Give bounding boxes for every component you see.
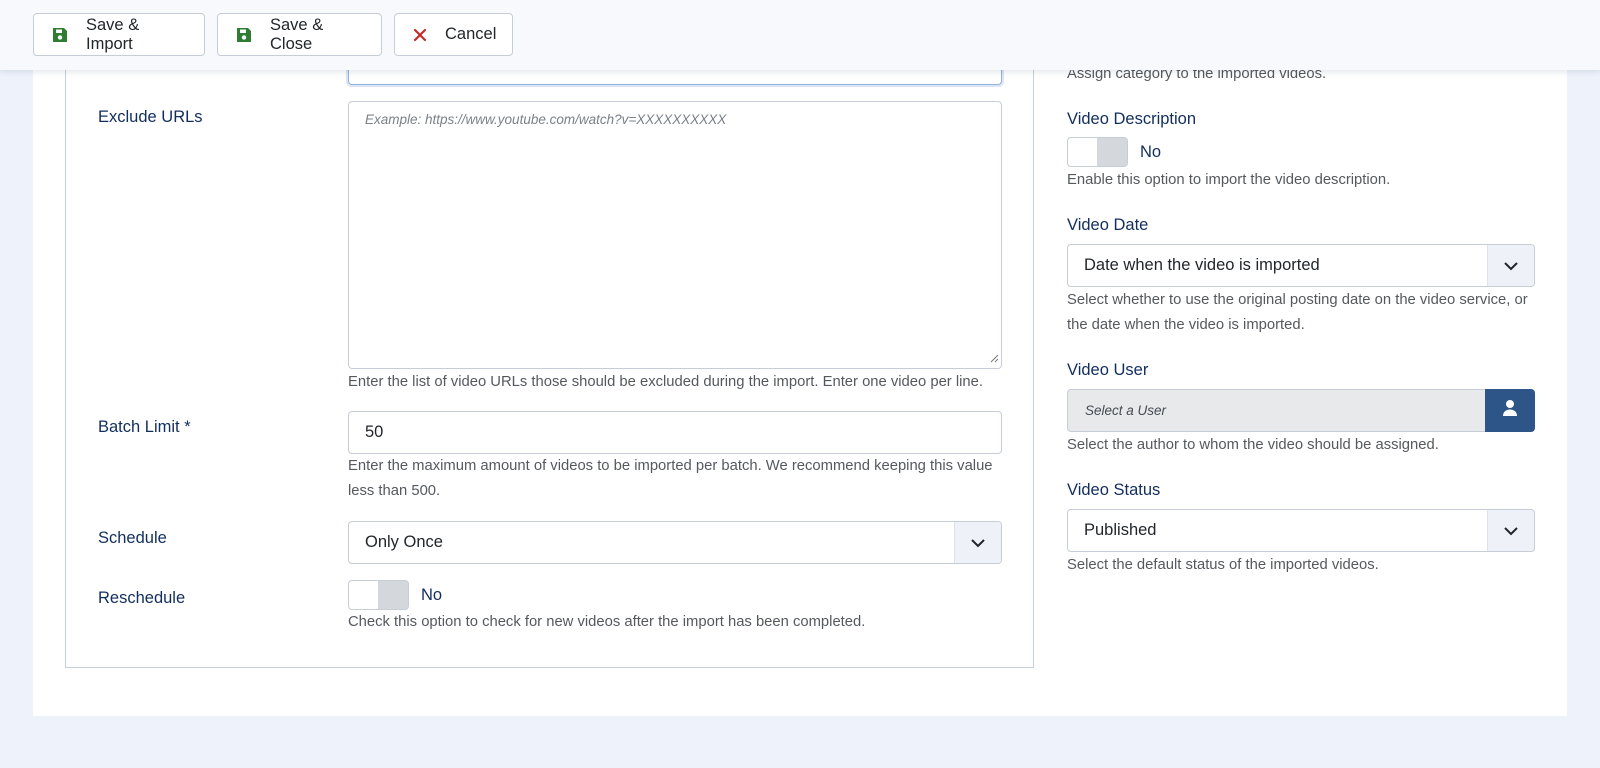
save-close-button[interactable]: Save & Close	[217, 13, 382, 56]
video-date-help-line1: Select whether to use the original posti…	[1067, 292, 1528, 308]
video-status-selected: Published	[1084, 521, 1157, 539]
floppy-disk-icon	[236, 27, 252, 43]
video-user-label: Video User	[1067, 361, 1149, 379]
batch-limit-help-line2: less than 500.	[348, 483, 441, 499]
schedule-label: Schedule	[98, 529, 167, 547]
exclude-urls-label: Exclude URLs	[98, 108, 203, 126]
video-status-select[interactable]: Published	[1067, 509, 1535, 552]
cancel-label: Cancel	[445, 25, 497, 43]
user-icon	[1502, 399, 1518, 422]
exclude-urls-help: Enter the list of video URLs those shoul…	[348, 374, 983, 390]
video-user-placeholder: Select a User	[1085, 403, 1167, 418]
batch-limit-input[interactable]: 50	[348, 411, 1002, 454]
chevron-down-icon	[1487, 245, 1534, 286]
schedule-selected: Only Once	[365, 533, 443, 551]
reschedule-toggle-text: No	[421, 586, 443, 604]
exclude-urls-placeholder: Example: https://www.youtube.com/watch?v…	[365, 112, 727, 127]
batch-limit-label: Batch Limit *	[98, 418, 191, 436]
video-description-toggle[interactable]	[1067, 137, 1128, 167]
reschedule-toggle[interactable]	[348, 580, 409, 610]
video-date-selected: Date when the video is imported	[1084, 256, 1320, 274]
select-user-button[interactable]	[1485, 389, 1535, 432]
batch-limit-value: 50	[365, 423, 384, 441]
toolbar: Save & Import Save & Close Cancel	[0, 0, 1600, 70]
video-date-label: Video Date	[1067, 216, 1149, 234]
video-description-toggle-text: No	[1140, 143, 1162, 161]
save-import-label: Save & Import	[86, 15, 140, 53]
video-user-help: Select the author to whom the video shou…	[1067, 437, 1439, 453]
chevron-down-icon	[1487, 510, 1534, 551]
save-close-label: Save & Close	[270, 15, 324, 53]
video-status-help: Select the default status of the importe…	[1067, 557, 1379, 573]
video-date-help-line2: the date when the video is imported.	[1067, 317, 1305, 333]
video-description-label: Video Description	[1067, 110, 1197, 128]
batch-limit-help-line1: Enter the maximum amount of videos to be…	[348, 458, 993, 474]
exclude-urls-textarea[interactable]: Example: https://www.youtube.com/watch?v…	[348, 101, 1002, 369]
toggle-knob	[378, 581, 408, 609]
resize-grip-icon[interactable]	[989, 351, 999, 366]
video-user-field[interactable]: Select a User	[1067, 389, 1486, 432]
cancel-button[interactable]: Cancel	[394, 13, 513, 56]
x-icon	[413, 27, 427, 43]
chevron-down-icon	[954, 522, 1001, 563]
floppy-disk-icon	[52, 27, 68, 43]
toggle-knob	[1097, 138, 1127, 166]
save-import-button[interactable]: Save & Import	[33, 13, 205, 56]
video-description-help: Enable this option to import the video d…	[1067, 172, 1391, 188]
reschedule-label: Reschedule	[98, 589, 186, 607]
reschedule-help: Check this option to check for new video…	[348, 614, 866, 630]
video-date-select[interactable]: Date when the video is imported	[1067, 244, 1535, 287]
video-status-label: Video Status	[1067, 481, 1161, 499]
schedule-select[interactable]: Only Once	[348, 521, 1002, 564]
